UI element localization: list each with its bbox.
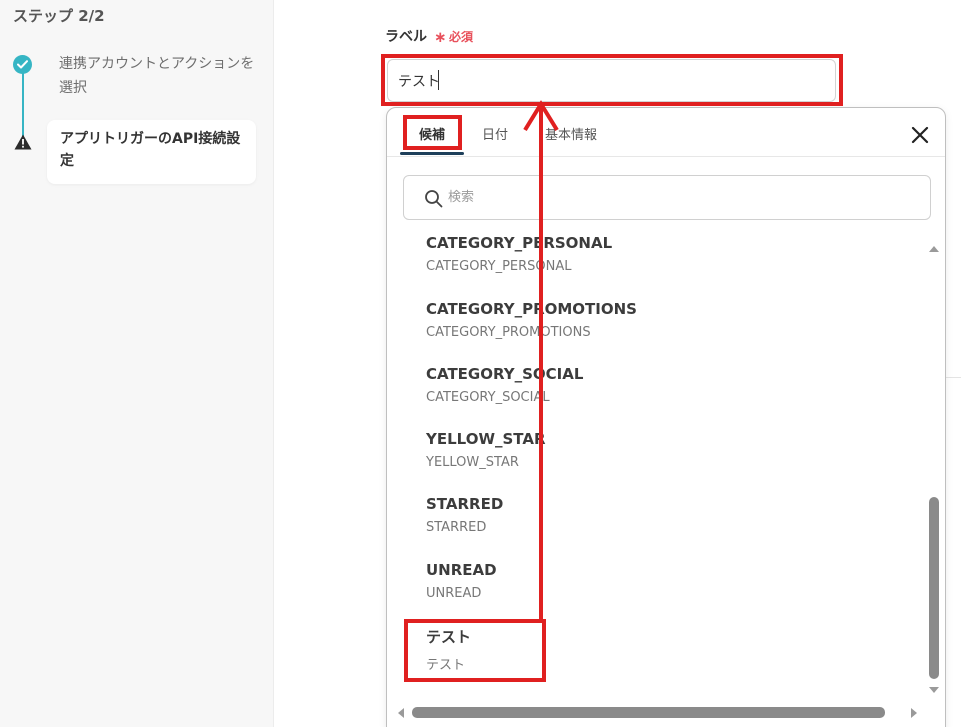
list-item[interactable]: CATEGORY_SOCIAL CATEGORY_SOCIAL	[426, 365, 583, 405]
close-icon[interactable]	[908, 123, 932, 147]
item-subtitle: CATEGORY_PROMOTIONS	[426, 325, 591, 340]
item-title: YELLOW_STAR	[426, 430, 546, 448]
scroll-left-icon[interactable]	[396, 707, 406, 719]
list-item[interactable]: STARRED STARRED	[426, 495, 503, 535]
scroll-up-icon[interactable]	[927, 244, 941, 254]
required-text: 必須	[449, 30, 474, 44]
tab-basic-info[interactable]: 基本情報	[545, 124, 597, 143]
step-2-card[interactable]: アプリトリガーのAPI接続設定	[47, 120, 256, 184]
item-subtitle: CATEGORY_SOCIAL	[426, 390, 550, 405]
tab-candidates[interactable]: 候補	[419, 124, 445, 143]
item-title: CATEGORY_PERSONAL	[426, 234, 613, 252]
scroll-down-icon[interactable]	[927, 685, 941, 695]
step-connector-line	[22, 66, 24, 140]
suggestion-panel: 候補 日付 基本情報 CATEGORY_PERSONAL CATEGORY_PE…	[386, 107, 946, 727]
warning-icon	[14, 134, 32, 150]
required-star: ∗	[434, 28, 447, 46]
check-icon	[13, 55, 32, 74]
step-1-label[interactable]: 連携アカウントとアクションを選択	[59, 52, 259, 100]
list-item[interactable]: テスト テスト	[426, 626, 471, 673]
tab-bar: 候補 日付 基本情報	[387, 108, 945, 157]
item-subtitle: CATEGORY_PERSONAL	[426, 259, 572, 274]
scroll-right-icon[interactable]	[909, 707, 919, 719]
sidebar: ステップ 2/2 連携アカウントとアクションを選択 アプリトリガーのAPI接続設…	[0, 0, 274, 727]
item-title: テスト	[426, 628, 472, 646]
item-title: UNREAD	[426, 561, 497, 579]
step-heading: ステップ 2/2	[13, 7, 105, 25]
item-subtitle: YELLOW_STAR	[426, 455, 519, 470]
active-tab-indicator	[400, 152, 464, 155]
search-icon	[425, 190, 443, 208]
search-box	[403, 175, 931, 220]
label-input[interactable]	[387, 59, 836, 102]
tab-date[interactable]: 日付	[482, 124, 508, 143]
item-title: CATEGORY_SOCIAL	[426, 365, 584, 383]
list-item[interactable]: UNREAD UNREAD	[426, 561, 497, 601]
list-item[interactable]: YELLOW_STAR YELLOW_STAR	[426, 430, 546, 470]
item-subtitle: STARRED	[426, 520, 487, 535]
list-item[interactable]: CATEGORY_PROMOTIONS CATEGORY_PROMOTIONS	[426, 300, 637, 340]
item-subtitle: UNREAD	[426, 586, 482, 601]
list-item[interactable]: CATEGORY_PERSONAL CATEGORY_PERSONAL	[426, 234, 612, 274]
horizontal-scrollbar-thumb[interactable]	[412, 707, 885, 718]
label-field-label: ラベル	[385, 29, 427, 45]
item-subtitle: テスト	[426, 658, 466, 673]
background-divider	[946, 377, 961, 378]
vertical-scrollbar-thumb[interactable]	[929, 497, 939, 679]
suggestion-list: CATEGORY_PERSONAL CATEGORY_PERSONAL CATE…	[387, 230, 927, 705]
text-caret	[438, 70, 439, 90]
search-input[interactable]	[448, 176, 918, 219]
item-title: CATEGORY_PROMOTIONS	[426, 300, 637, 318]
item-title: STARRED	[426, 495, 504, 513]
